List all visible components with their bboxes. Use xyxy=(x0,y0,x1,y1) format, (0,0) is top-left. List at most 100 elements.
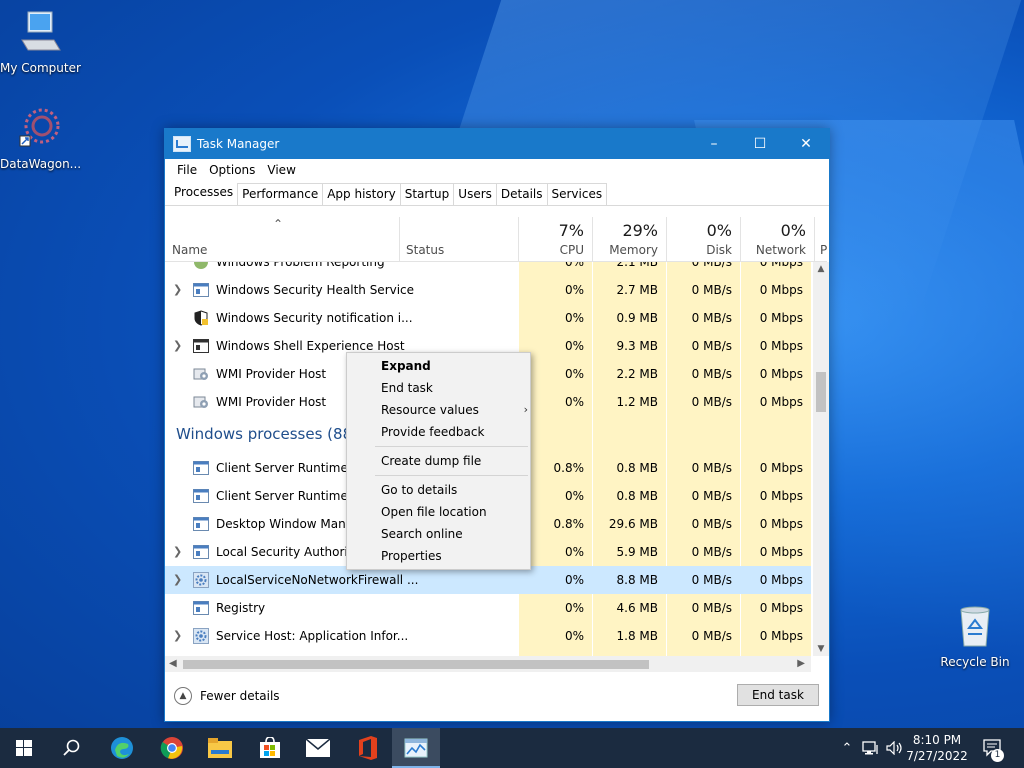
scroll-right-icon[interactable]: ▶ xyxy=(797,656,805,672)
cpu-value: 0% xyxy=(564,262,584,269)
vertical-scrollbar[interactable]: ▲ ▼ xyxy=(813,262,829,656)
process-row[interactable]: ❯ Service Host: Application Infor... 0% 1.8… xyxy=(165,622,811,650)
menu-item-properties[interactable]: Properties xyxy=(381,545,442,567)
menu-item-open-file-location[interactable]: Open file location xyxy=(381,501,487,523)
tab-processes[interactable]: Processes xyxy=(169,181,239,205)
maximize-button[interactable]: ☐ xyxy=(737,129,783,159)
desktop-icon-label: My Computer xyxy=(0,61,81,75)
disk-value: 0 MB/s xyxy=(691,517,732,531)
mail-taskbar-button[interactable] xyxy=(294,728,342,768)
desktop-icon-recycle-bin[interactable]: Recycle Bin xyxy=(935,602,1015,669)
shield-icon xyxy=(193,310,209,326)
tab-users[interactable]: Users xyxy=(453,183,497,205)
chevron-right-icon[interactable]: ❯ xyxy=(173,622,182,650)
process-name: Service Host: Application Infor... xyxy=(216,629,409,643)
hscroll-thumb[interactable] xyxy=(183,660,649,669)
scroll-down-icon[interactable]: ▼ xyxy=(813,644,829,654)
column-header-cpu[interactable]: 7% CPU xyxy=(519,217,593,261)
network-value: 0 Mbps xyxy=(759,573,803,587)
tab-details[interactable]: Details xyxy=(495,183,548,205)
desktop-icon-my-computer[interactable]: My Computer xyxy=(0,10,81,75)
column-header-memory[interactable]: 29% Memory xyxy=(593,217,667,261)
cpu-value: 0% xyxy=(564,311,584,325)
menu-item-provide-feedback[interactable]: Provide feedback xyxy=(381,421,484,443)
menu-item-search-online[interactable]: Search online xyxy=(381,523,463,545)
tab-performance[interactable]: Performance xyxy=(237,183,324,205)
show-hidden-icons-button[interactable]: ⌃ xyxy=(838,728,856,768)
desktop-icon-datawagon[interactable]: DataWagon... xyxy=(0,106,82,171)
network-value: 0 Mbps xyxy=(759,517,803,531)
scroll-thumb[interactable] xyxy=(816,372,826,412)
memory-value: 2.1 MB xyxy=(616,262,658,269)
network-value: 0 Mbps xyxy=(759,262,803,269)
office-taskbar-button[interactable] xyxy=(344,728,392,768)
chrome-taskbar-button[interactable] xyxy=(148,728,196,768)
action-center-button[interactable]: 1 xyxy=(980,728,1006,768)
network-icon xyxy=(862,741,878,755)
memory-value: 0.8 MB xyxy=(616,461,658,475)
start-button[interactable] xyxy=(0,728,48,768)
task-manager-taskbar-button[interactable] xyxy=(392,728,440,768)
tab-services[interactable]: Services xyxy=(546,183,608,205)
scroll-left-icon[interactable]: ◀ xyxy=(169,656,177,672)
process-row[interactable]: Registry 0% 4.6 MB 0 MB/s 0 Mbps xyxy=(165,594,811,622)
minimize-button[interactable]: – xyxy=(691,129,737,159)
network-value: 0 Mbps xyxy=(759,283,803,297)
office-icon xyxy=(359,736,377,760)
horizontal-scrollbar[interactable]: ◀ ▶ xyxy=(165,656,811,672)
clock[interactable]: 8:10 PM 7/27/2022 xyxy=(906,732,968,764)
process-row[interactable]: Windows Security notification i... 0% 0.9 … xyxy=(165,304,811,332)
volume-tray-button[interactable] xyxy=(884,728,906,768)
process-row[interactable]: ❯ LocalServiceNoNetworkFirewall ... 0% 8.8 … xyxy=(165,566,811,594)
menu-item-end-task[interactable]: End task xyxy=(381,377,433,399)
process-row[interactable]: ❯ Windows Security Health Service 0% 2.7 MB… xyxy=(165,276,811,304)
chevron-right-icon[interactable]: ❯ xyxy=(173,538,182,566)
speaker-icon xyxy=(886,741,902,755)
menu-options[interactable]: Options xyxy=(203,163,261,177)
column-header-name[interactable]: ⌃ Name xyxy=(165,217,400,261)
scroll-up-icon[interactable]: ▲ xyxy=(813,264,829,274)
fewer-details-label: Fewer details xyxy=(200,689,280,703)
menu-item-go-to-details[interactable]: Go to details xyxy=(381,479,457,501)
chrome-icon xyxy=(160,737,183,759)
computer-icon xyxy=(21,11,61,51)
menu-view[interactable]: View xyxy=(261,163,301,177)
menu-file[interactable]: File xyxy=(171,163,203,177)
column-header-power[interactable]: P xyxy=(815,217,827,261)
network-tray-button[interactable] xyxy=(860,728,882,768)
close-button[interactable]: ✕ xyxy=(783,129,829,159)
file-explorer-taskbar-button[interactable] xyxy=(196,728,244,768)
process-name: WMI Provider Host xyxy=(216,395,327,409)
memory-value: 5.9 MB xyxy=(616,545,658,559)
task-manager-icon xyxy=(173,136,191,152)
cpu-value: 0% xyxy=(564,573,584,587)
search-button[interactable] xyxy=(48,728,96,768)
column-header-status[interactable]: Status xyxy=(399,217,519,261)
memory-value: 1.8 MB xyxy=(616,629,658,643)
column-header-disk[interactable]: 0% Disk xyxy=(667,217,741,261)
menu-item-expand[interactable]: Expand xyxy=(381,355,431,377)
disk-value: 0 MB/s xyxy=(691,367,732,381)
process-row[interactable]: Windows Problem Reporting 0% 2.1 MB 0 MB/s 0… xyxy=(165,262,811,276)
mail-icon xyxy=(306,739,330,757)
title-bar[interactable]: Task Manager – ☐ ✕ xyxy=(165,129,829,159)
chevron-right-icon[interactable]: ❯ xyxy=(173,332,182,360)
fewer-details-button[interactable]: ▲ Fewer details xyxy=(174,687,280,705)
menu-item-create-dump-file[interactable]: Create dump file xyxy=(381,450,481,472)
network-value: 0 Mbps xyxy=(759,395,803,409)
tab-startup[interactable]: Startup xyxy=(399,183,455,205)
store-taskbar-button[interactable] xyxy=(246,728,294,768)
chevron-right-icon[interactable]: ❯ xyxy=(173,566,182,594)
chevron-right-icon[interactable]: ❯ xyxy=(173,276,182,304)
disk-value: 0 MB/s xyxy=(691,311,732,325)
menu-item-resource-values[interactable]: Resource values › xyxy=(381,399,528,421)
edge-taskbar-button[interactable] xyxy=(98,728,146,768)
tab-app-history[interactable]: App history xyxy=(322,183,401,205)
desktop-icon-label: DataWagon... xyxy=(0,157,82,171)
memory-value: 2.7 MB xyxy=(616,283,658,297)
wmi-icon xyxy=(193,366,209,382)
end-task-button[interactable]: End task xyxy=(737,684,819,706)
disk-value: 0 MB/s xyxy=(691,395,732,409)
column-header-network[interactable]: 0% Network xyxy=(741,217,815,261)
wmi-icon xyxy=(193,394,209,410)
